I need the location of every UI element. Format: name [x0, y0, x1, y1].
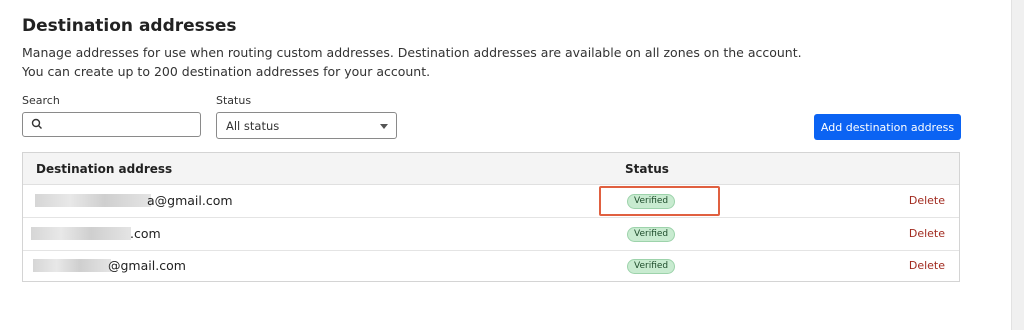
table-header: Destination address Status — [23, 153, 959, 185]
redacted-address-part — [33, 259, 111, 272]
section-description: Manage addresses for use when routing cu… — [22, 43, 802, 81]
status-badge: Verified — [627, 227, 676, 242]
page-scrollbar[interactable] — [1011, 0, 1024, 330]
status-label: Status — [216, 94, 252, 107]
search-icon — [31, 118, 42, 129]
table-row: a@gmail.com Verified Delete — [23, 185, 959, 218]
section-title: Destination addresses — [22, 16, 237, 36]
search-label: Search — [22, 94, 60, 107]
table-row: @gmail.com Verified Delete — [23, 250, 959, 282]
description-line-1: Manage addresses for use when routing cu… — [22, 45, 802, 60]
status-select-value: All status — [226, 119, 280, 133]
status-badge: Verified — [627, 259, 676, 274]
delete-link[interactable]: Delete — [909, 194, 945, 207]
delete-link[interactable]: Delete — [909, 227, 945, 240]
description-line-2: You can create up to 200 destination add… — [22, 64, 431, 79]
address-cell: a@gmail.com — [147, 193, 233, 208]
delete-link[interactable]: Delete — [909, 259, 945, 272]
column-header-address: Destination address — [36, 162, 173, 176]
search-input-wrapper[interactable] — [22, 112, 201, 137]
status-select[interactable]: All status — [216, 112, 397, 139]
table-row: .com Verified Delete — [23, 218, 959, 251]
address-cell: @gmail.com — [108, 258, 186, 273]
add-destination-address-button[interactable]: Add destination address — [814, 114, 961, 140]
redacted-address-part — [35, 194, 151, 207]
destination-addresses-table: Destination address Status a@gmail.com V… — [22, 152, 960, 282]
chevron-down-icon — [380, 124, 388, 129]
search-input[interactable] — [49, 115, 194, 133]
address-cell: .com — [130, 226, 161, 241]
status-badge: Verified — [627, 194, 676, 209]
redacted-address-part — [31, 227, 131, 240]
column-header-status: Status — [625, 162, 669, 176]
